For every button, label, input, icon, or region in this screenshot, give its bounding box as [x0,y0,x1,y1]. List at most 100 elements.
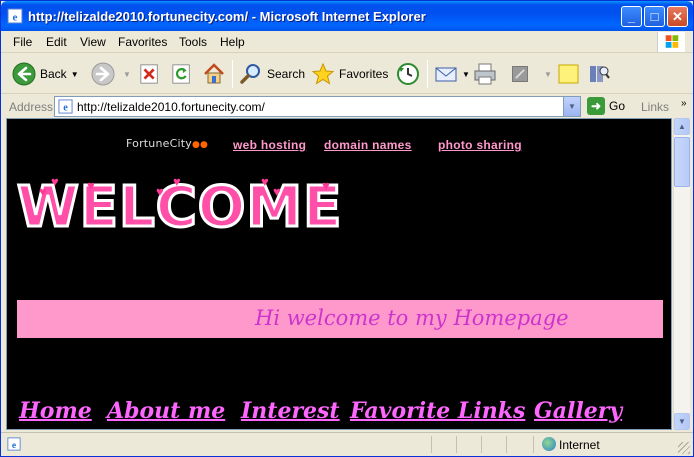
page-viewport: FortuneCity●● web hosting domain names p… [6,118,672,430]
mail-button[interactable]: ▼ [434,59,470,89]
refresh-icon [172,64,190,84]
stop-button[interactable] [139,59,161,89]
links-label[interactable]: Links [641,100,669,114]
toolbar-separator [427,60,428,88]
menu-view[interactable]: View [80,35,106,49]
close-icon: ✕ [672,9,683,24]
heart-icon: ♥ [39,184,47,199]
fortunecity-logo-text: FortuneCity [126,137,192,150]
favorites-label: Favorites [339,67,389,81]
heart-icon: ♥ [261,174,269,189]
security-zone-label: Internet [559,438,600,452]
address-url[interactable]: http://telizalde2010.fortunecity.com/ [77,100,265,114]
forward-button[interactable]: ▼ [91,59,131,89]
status-pane [533,436,534,453]
status-bar: e Internet [1,432,693,456]
ie-window-icon: e [7,8,23,24]
heart-icon: ♥ [87,178,95,193]
status-pane [456,436,457,453]
window-title: http://telizalde2010.fortunecity.com/ - … [28,9,426,24]
discuss-icon [558,64,579,84]
search-button[interactable]: Search [239,59,305,89]
menu-edit[interactable]: Edit [46,35,67,49]
nav-interest-link[interactable]: Interest [241,398,340,424]
go-arrow-icon: ➜ [587,97,605,115]
status-pane [506,436,507,453]
address-input[interactable]: e http://telizalde2010.fortunecity.com/ … [54,96,581,117]
mail-dropdown-icon[interactable]: ▼ [462,70,470,79]
back-label: Back [40,67,67,81]
status-pane [481,436,482,453]
mail-icon [435,67,457,82]
page-status-icon: e [7,437,21,451]
go-button[interactable]: ➜ Go [587,97,625,115]
history-icon [397,63,419,85]
discuss-button[interactable] [557,59,581,89]
edit-button[interactable]: ▼ [510,59,552,89]
resize-grip[interactable] [678,442,690,454]
back-arrow-icon [12,62,36,86]
close-button[interactable]: ✕ [667,6,688,27]
heart-icon: ♥ [51,174,59,189]
favorites-button[interactable]: Favorites [311,59,388,89]
standard-toolbar: Back ▼ ▼ Search Favorites ▼ ▼ [1,54,693,94]
scroll-thumb[interactable] [674,137,690,187]
nav-home-link[interactable]: Home [19,398,92,424]
maximize-icon: □ [650,9,659,24]
menu-favorites[interactable]: Favorites [118,35,167,49]
toolbar-separator [232,60,233,88]
menu-tools[interactable]: Tools [179,35,207,49]
minimize-button[interactable]: _ [621,6,642,27]
heart-icon: ♥ [273,184,281,199]
nav-gallery-link[interactable]: Gallery [534,398,622,424]
welcome-banner: Hi welcome to my Homepage [17,300,663,338]
fortunecity-logo[interactable]: FortuneCity●● [126,137,208,150]
windows-logo-icon [657,32,685,52]
web-hosting-link[interactable]: web hosting [233,138,306,152]
links-chevron-icon[interactable]: » [681,98,687,109]
heart-icon: ♥ [322,178,330,193]
minimize-icon: _ [627,9,636,24]
heart-icon: ♥ [156,184,164,199]
print-icon [474,63,496,85]
menu-help[interactable]: Help [220,35,245,49]
nav-favorite-links-link[interactable]: Favorite Links [350,398,525,424]
title-bar[interactable]: e http://telizalde2010.fortunecity.com/ … [1,1,693,31]
status-pane [431,436,432,453]
go-label: Go [609,99,626,113]
welcome-graphic: ♥ ♥ ♥ ♥ ♥ ♥ ♥ ♥ WELCOME [15,174,342,241]
maximize-button[interactable]: □ [644,6,665,27]
research-icon [590,66,610,82]
back-dropdown-icon[interactable]: ▼ [71,70,79,79]
forward-dropdown-icon[interactable]: ▼ [123,70,131,79]
home-button[interactable] [202,59,226,89]
address-dropdown-icon[interactable]: ▼ [563,97,580,116]
scroll-up-icon[interactable]: ▲ [674,118,690,135]
nav-about-me-link[interactable]: About me [107,398,225,424]
domain-names-link[interactable]: domain names [324,138,412,152]
favorites-star-icon [311,62,335,85]
scroll-down-icon[interactable]: ▼ [674,413,690,430]
svg-text:e: e [13,12,18,24]
refresh-button[interactable] [171,59,193,89]
browser-window: e http://telizalde2010.fortunecity.com/ … [0,0,694,457]
globe-icon [542,437,556,451]
search-icon [240,64,260,84]
print-button[interactable] [473,59,497,89]
vertical-scrollbar[interactable]: ▲ ▼ [673,118,690,430]
research-button[interactable] [587,59,611,89]
menu-file[interactable]: File [13,35,32,49]
fortunecity-dots-icon: ●● [191,140,209,150]
back-button[interactable]: Back ▼ [12,59,79,89]
banner-text: Hi welcome to my Homepage [255,306,569,330]
svg-text:e: e [12,440,17,451]
edit-icon [512,66,528,82]
history-button[interactable] [396,59,420,89]
forward-arrow-icon [91,62,115,86]
photo-sharing-link[interactable]: photo sharing [438,138,522,152]
menu-bar: File Edit View Favorites Tools Help [1,31,693,53]
home-icon [204,63,224,84]
search-label: Search [267,67,306,81]
address-bar: Address e http://telizalde2010.fortuneci… [1,95,693,118]
edit-dropdown-icon[interactable]: ▼ [544,70,552,79]
